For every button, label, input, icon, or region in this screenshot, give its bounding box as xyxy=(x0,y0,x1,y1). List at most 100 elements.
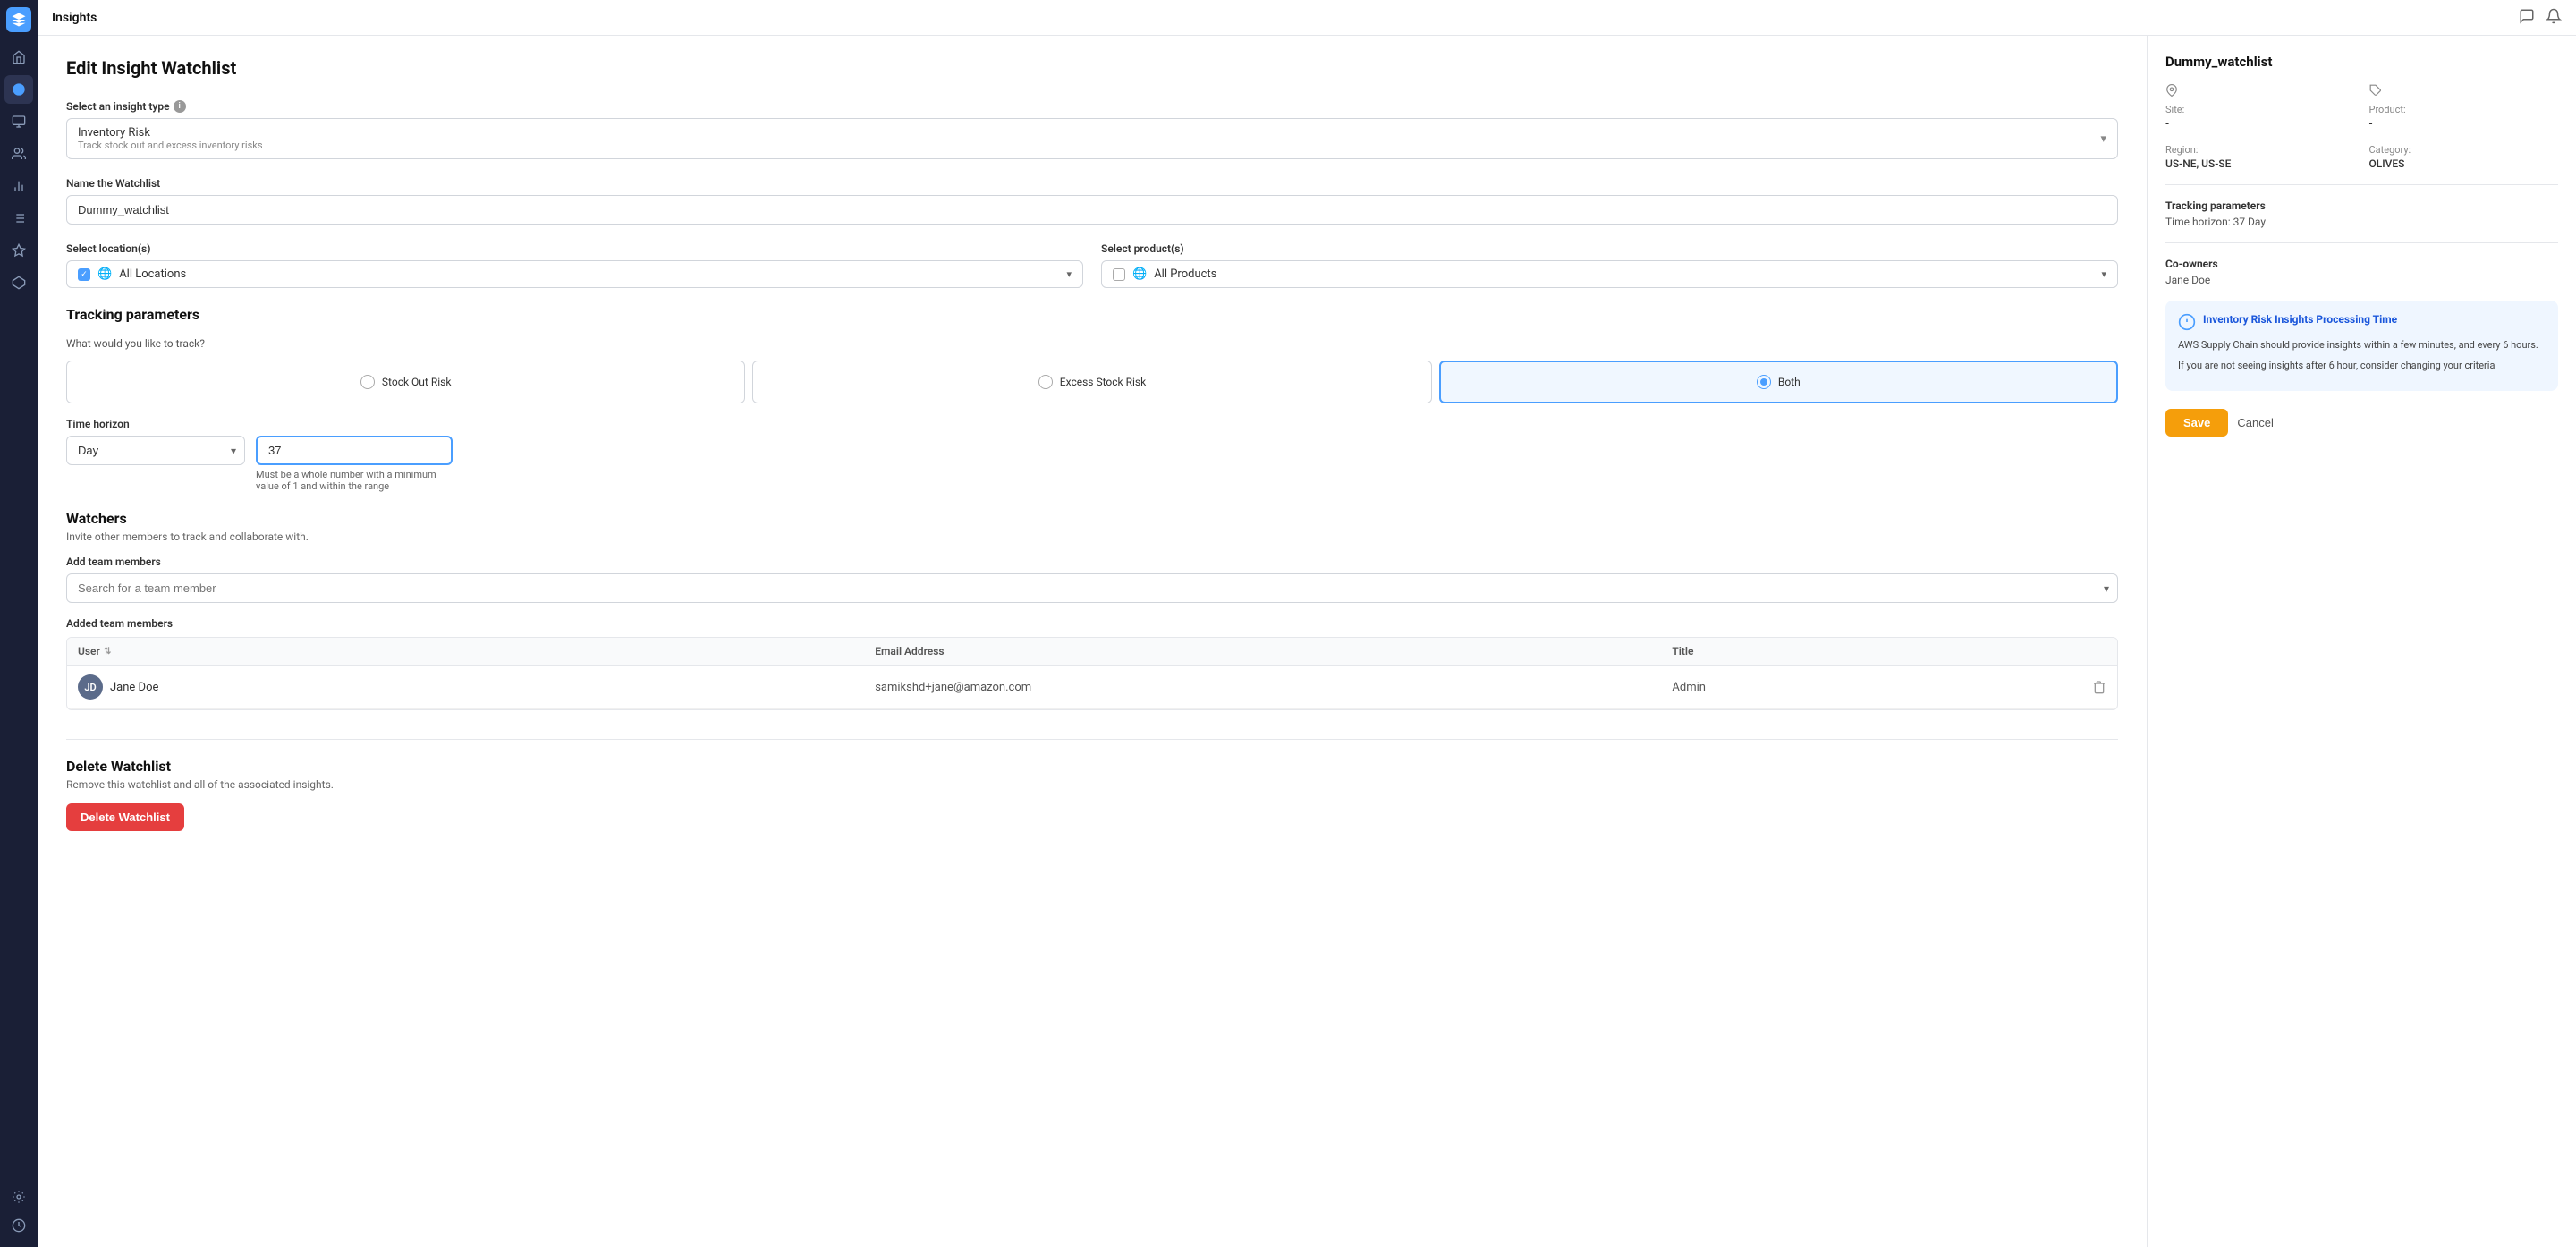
watchers-section: Watchers Invite other members to track a… xyxy=(66,510,2118,710)
location-value: All Locations xyxy=(119,267,1059,281)
tracking-params-display-value: Time horizon: 37 Day xyxy=(2165,216,2558,228)
page-title: Edit Insight Watchlist xyxy=(66,57,2118,79)
email-cell: samikshd+jane@amazon.com xyxy=(875,681,1672,694)
time-horizon-row: Day Week Month Must be a whole number wi… xyxy=(66,436,2118,492)
search-input[interactable] xyxy=(66,573,2118,603)
watchers-desc: Invite other members to track and collab… xyxy=(66,530,2118,543)
col-user: User ⇅ xyxy=(78,645,875,657)
info-box-text2: If you are not seeing insights after 6 h… xyxy=(2178,359,2546,374)
product-checkbox[interactable] xyxy=(1113,268,1125,281)
delete-title: Delete Watchlist xyxy=(66,758,2118,775)
time-value-input[interactable] xyxy=(256,436,453,465)
settings-icon[interactable] xyxy=(4,1183,33,1211)
inventory-icon[interactable] xyxy=(4,107,33,136)
diamond-icon[interactable] xyxy=(4,268,33,297)
topbar: Insights xyxy=(38,0,2576,36)
radio-label-excess: Excess Stock Risk xyxy=(1060,376,1146,388)
info-box-icon xyxy=(2178,313,2196,331)
location-checkbox[interactable] xyxy=(78,268,90,281)
track-question: What would you like to track? xyxy=(66,337,2118,350)
radio-circle-both xyxy=(1757,375,1771,389)
product-chevron: ▾ xyxy=(2101,268,2106,280)
radio-circle-excess xyxy=(1038,375,1053,389)
insight-type-section: Select an insight type i Inventory Risk … xyxy=(66,100,2118,159)
table-section: Added team members User ⇅ Email Address xyxy=(66,617,2118,710)
product-select[interactable]: 🌐 All Products ▾ xyxy=(1101,260,2118,288)
insight-type-select[interactable]: Inventory Risk Track stock out and exces… xyxy=(66,118,2118,159)
settings2-icon[interactable] xyxy=(4,236,33,265)
col-title: Title xyxy=(1672,645,2071,657)
coowners-section: Co-owners Jane Doe xyxy=(2165,258,2558,286)
region-meta: Region: US-NE, US-SE xyxy=(2165,144,2355,170)
col-email: Email Address xyxy=(875,645,1672,657)
time-unit-wrapper: Day Week Month xyxy=(66,436,245,465)
coowner-name: Jane Doe xyxy=(2165,274,2558,286)
tracking-title: Tracking parameters xyxy=(66,306,2118,323)
clock-icon[interactable] xyxy=(4,1211,33,1240)
delete-watchlist-button[interactable]: Delete Watchlist xyxy=(66,803,184,831)
bell-icon[interactable] xyxy=(2546,8,2562,28)
time-unit-select[interactable]: Day Week Month xyxy=(66,436,245,465)
product-globe-icon: 🌐 xyxy=(1132,267,1147,281)
radio-circle-stock-out xyxy=(360,375,375,389)
tracking-section: Tracking parameters What would you like … xyxy=(66,306,2118,492)
tracking-params-display-title: Tracking parameters xyxy=(2165,199,2558,212)
product-label: Select product(s) xyxy=(1101,242,2118,255)
members-table: User ⇅ Email Address Title xyxy=(66,637,2118,710)
site-meta: Site: - xyxy=(2165,84,2355,130)
delete-section: Delete Watchlist Remove this watchlist a… xyxy=(66,739,2118,831)
list-icon[interactable] xyxy=(4,204,33,233)
radio-both[interactable]: Both xyxy=(1439,361,2118,403)
sidebar xyxy=(0,0,38,1247)
insights-icon[interactable] xyxy=(4,75,33,104)
home-icon[interactable] xyxy=(4,43,33,72)
save-button[interactable]: Save xyxy=(2165,409,2228,437)
table-row: JD Jane Doe samikshd+jane@amazon.com Adm… xyxy=(67,666,2117,709)
divider-1 xyxy=(2165,184,2558,185)
search-chevron-icon: ▾ xyxy=(2104,582,2109,595)
time-value-wrapper: Must be a whole number with a minimum va… xyxy=(256,436,453,492)
app-logo xyxy=(6,7,31,32)
insight-type-chevron: ▾ xyxy=(2100,132,2106,146)
meta-grid: Site: - Product: - Region: US-NE, US-SE … xyxy=(2165,84,2558,170)
user-name: Jane Doe xyxy=(110,681,158,694)
site-icon xyxy=(2165,84,2355,100)
panel-actions: Save Cancel xyxy=(2165,409,2558,437)
watchers-title: Watchers xyxy=(66,510,2118,527)
title-cell: Admin xyxy=(1672,681,2071,694)
people-icon[interactable] xyxy=(4,140,33,168)
radio-stock-out[interactable]: Stock Out Risk xyxy=(66,361,745,403)
delete-member-button[interactable] xyxy=(2071,680,2106,694)
add-members-label: Add team members xyxy=(66,556,2118,568)
delete-desc: Remove this watchlist and all of the ass… xyxy=(66,778,2118,791)
content-area: Edit Insight Watchlist Select an insight… xyxy=(38,36,2576,1247)
watchlist-name-section: Name the Watchlist xyxy=(66,177,2118,225)
info-box-header: Inventory Risk Insights Processing Time xyxy=(2178,313,2546,331)
avatar: JD xyxy=(78,674,103,700)
radio-excess-stock[interactable]: Excess Stock Risk xyxy=(752,361,1431,403)
sort-icon-user[interactable]: ⇅ xyxy=(104,647,111,657)
watchlist-name-label: Name the Watchlist xyxy=(66,177,2118,190)
location-select[interactable]: 🌐 All Locations ▾ xyxy=(66,260,1083,288)
category-label: Category: xyxy=(2369,144,2559,156)
radio-group: Stock Out Risk Excess Stock Risk Both xyxy=(66,361,2118,403)
time-hint: Must be a whole number with a minimum va… xyxy=(256,469,453,492)
location-product-row: Select location(s) 🌐 All Locations ▾ Sel… xyxy=(66,242,2118,288)
chart-icon[interactable] xyxy=(4,172,33,200)
info-box-title: Inventory Risk Insights Processing Time xyxy=(2203,313,2397,326)
coowners-title: Co-owners xyxy=(2165,258,2558,270)
watchlist-name-input[interactable] xyxy=(66,195,2118,225)
category-value: OLIVES xyxy=(2369,157,2559,170)
info-box: Inventory Risk Insights Processing Time … xyxy=(2165,301,2558,391)
form-panel: Edit Insight Watchlist Select an insight… xyxy=(38,36,2147,1247)
info-box-text1: AWS Supply Chain should provide insights… xyxy=(2178,338,2546,353)
added-members-label: Added team members xyxy=(66,617,2118,630)
product-section: Select product(s) 🌐 All Products ▾ xyxy=(1101,242,2118,288)
info-icon[interactable]: i xyxy=(174,100,186,113)
divider-2 xyxy=(2165,242,2558,243)
radio-label-both: Both xyxy=(1778,376,1801,388)
cancel-button[interactable]: Cancel xyxy=(2237,416,2273,429)
table-header: User ⇅ Email Address Title xyxy=(67,638,2117,666)
chat-icon[interactable] xyxy=(2519,8,2535,28)
right-panel-watchlist-name: Dummy_watchlist xyxy=(2165,54,2558,70)
